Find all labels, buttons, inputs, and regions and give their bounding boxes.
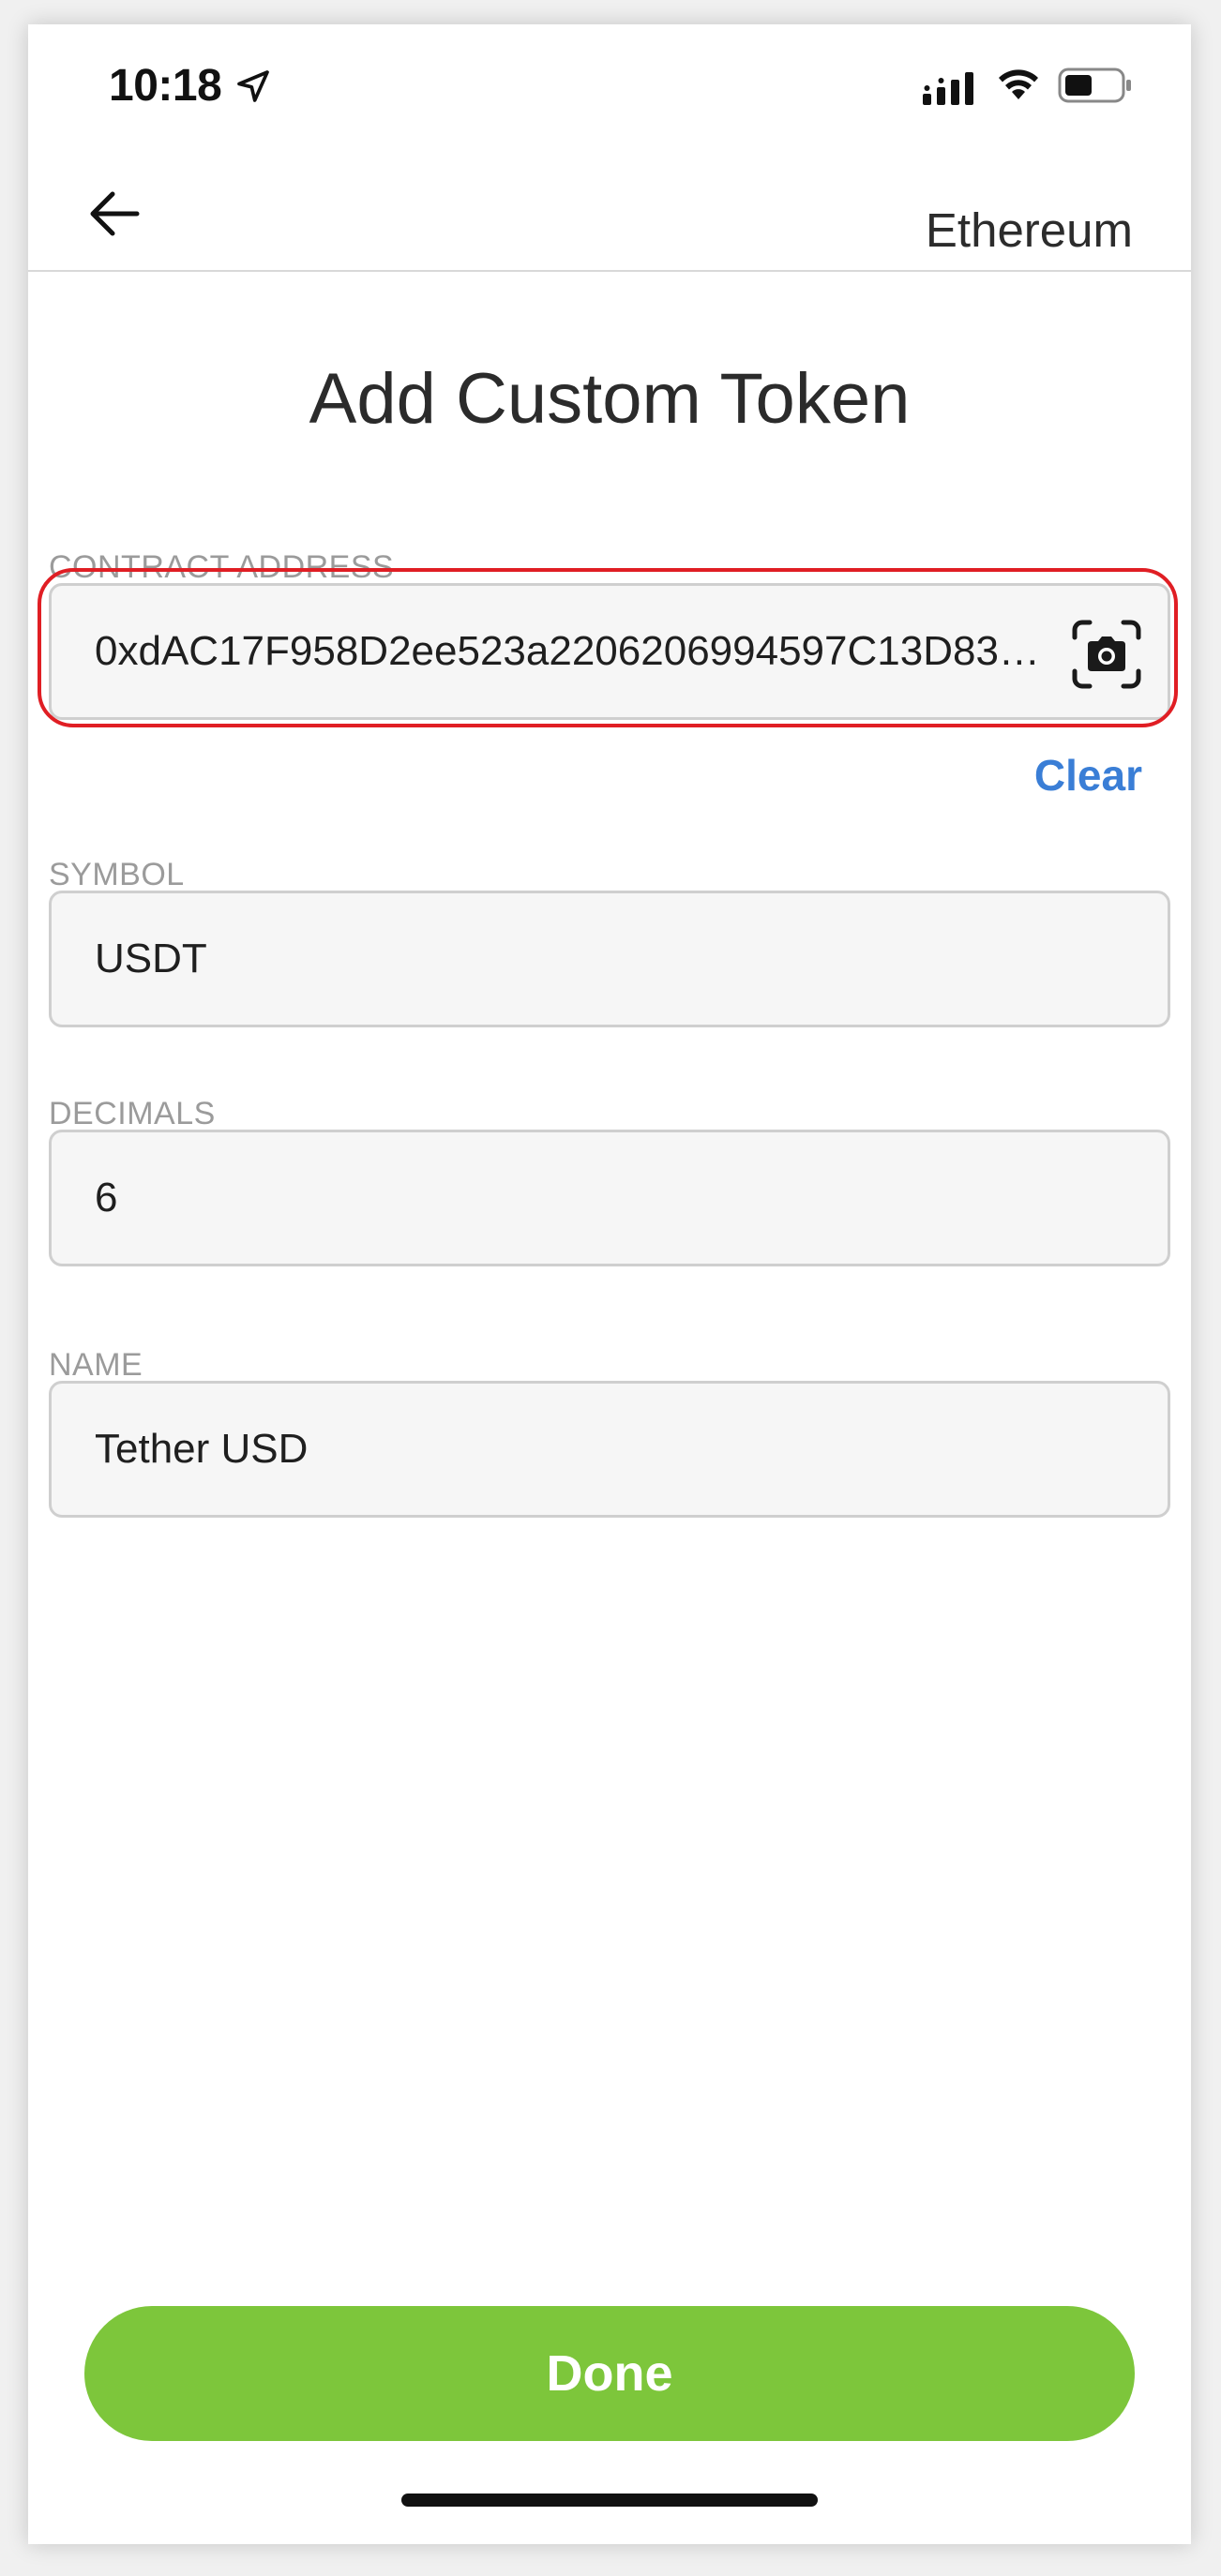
decimals-input[interactable] <box>95 1175 1168 1221</box>
signal-icon <box>923 72 973 105</box>
symbol-field[interactable] <box>49 891 1170 1027</box>
page-title: Add Custom Token <box>309 359 911 439</box>
back-button[interactable] <box>83 182 146 246</box>
battery-icon <box>1058 67 1131 103</box>
location-arrow-icon <box>237 70 269 102</box>
symbol-input[interactable] <box>95 936 1168 982</box>
clear-button[interactable]: Clear <box>1034 750 1142 801</box>
wifi-icon <box>999 69 1038 99</box>
phone-screen: 10:18 Ethereum Add Custom Token CONTRACT… <box>28 24 1191 2544</box>
contract-address-field[interactable]: 0xdAC17F958D2ee523a2206206994597C13D831e… <box>49 583 1170 720</box>
header-divider <box>28 270 1191 272</box>
name-label: NAME <box>49 1347 143 1383</box>
name-field[interactable] <box>49 1381 1170 1518</box>
done-button[interactable]: Done <box>84 2306 1135 2441</box>
name-input[interactable] <box>95 1426 1168 1473</box>
contract-address-label: CONTRACT ADDRESS <box>49 549 395 585</box>
decimals-field[interactable] <box>49 1130 1170 1266</box>
network-name: Ethereum <box>925 203 1133 257</box>
status-time: 10:18 <box>109 61 222 111</box>
home-indicator[interactable] <box>401 2494 818 2507</box>
decimals-label: DECIMALS <box>49 1096 216 1131</box>
contract-address-value: 0xdAC17F958D2ee523a2206206994597C13D831e… <box>95 628 1046 674</box>
symbol-label: SYMBOL <box>49 857 185 892</box>
back-arrow-icon <box>90 191 140 236</box>
camera-scan-icon[interactable] <box>1071 619 1142 690</box>
